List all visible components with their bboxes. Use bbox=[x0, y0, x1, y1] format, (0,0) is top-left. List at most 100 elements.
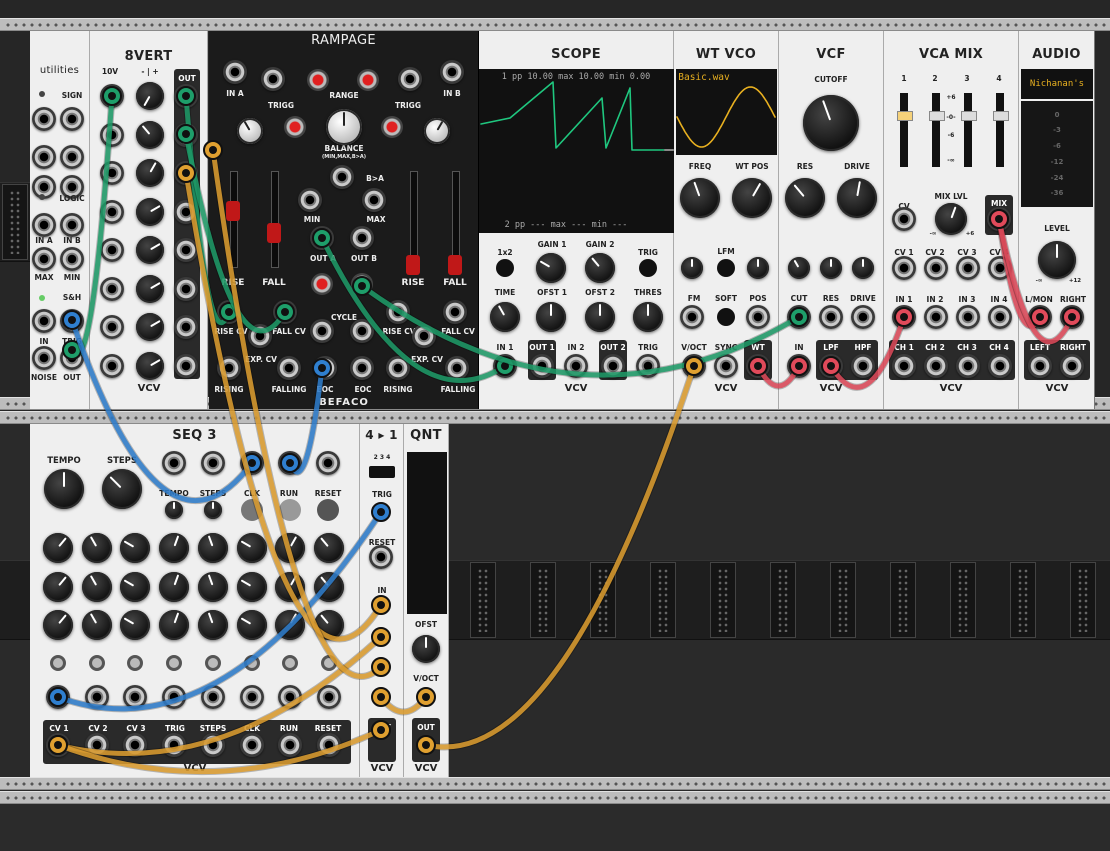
seq-step-knob[interactable] bbox=[159, 533, 190, 563]
steps-knob[interactable] bbox=[102, 469, 142, 509]
seq-step-knob[interactable] bbox=[197, 571, 228, 602]
vca-ch-jack[interactable] bbox=[924, 354, 948, 378]
trig-button[interactable] bbox=[639, 259, 657, 277]
left-out-jack[interactable] bbox=[1028, 354, 1052, 378]
trig-jack[interactable] bbox=[636, 354, 660, 378]
jack[interactable] bbox=[32, 346, 56, 370]
8vert-output-jack[interactable] bbox=[174, 315, 198, 339]
cv-out-jack[interactable] bbox=[46, 733, 70, 757]
out1-jack[interactable] bbox=[530, 354, 554, 378]
fader-4[interactable] bbox=[996, 93, 1004, 167]
ofst2-knob[interactable] bbox=[585, 302, 615, 332]
eoc-a-jack[interactable] bbox=[313, 356, 337, 380]
seq-step-knob[interactable] bbox=[81, 610, 112, 640]
step-switch[interactable] bbox=[369, 466, 395, 478]
in1-jack[interactable] bbox=[493, 354, 517, 378]
seq-step-knob[interactable] bbox=[275, 571, 306, 602]
exp-cv-a-jack[interactable] bbox=[248, 324, 272, 348]
eoc-b-jack[interactable] bbox=[350, 356, 374, 380]
drive-knob[interactable] bbox=[837, 178, 877, 218]
vca-in-jack[interactable] bbox=[956, 305, 980, 329]
fader-handle[interactable] bbox=[961, 111, 977, 121]
reset-in-jack[interactable] bbox=[316, 451, 340, 475]
right-out-jack[interactable] bbox=[1060, 354, 1084, 378]
fall-cv-a-jack[interactable] bbox=[273, 300, 297, 324]
out-a-jack[interactable] bbox=[310, 226, 334, 250]
drive-cv-knob[interactable] bbox=[852, 257, 874, 279]
note-keyboard[interactable] bbox=[407, 452, 447, 614]
tempo-cv-knob[interactable] bbox=[165, 501, 183, 519]
tempo-in-jack[interactable] bbox=[162, 451, 186, 475]
lfm-button[interactable] bbox=[717, 259, 735, 277]
trigg-a-button[interactable] bbox=[284, 116, 306, 138]
lpf-jack[interactable] bbox=[819, 354, 843, 378]
seq-step-knob[interactable] bbox=[275, 610, 306, 640]
jack[interactable] bbox=[60, 309, 84, 333]
vca-cv-jack[interactable] bbox=[924, 256, 948, 280]
seq-step-knob[interactable] bbox=[275, 533, 306, 563]
tempo-knob[interactable] bbox=[44, 469, 84, 509]
cv-out-jack[interactable] bbox=[278, 733, 303, 757]
min-jack[interactable] bbox=[298, 188, 322, 212]
lfm-knob[interactable] bbox=[681, 257, 703, 279]
seq-step-knob[interactable] bbox=[197, 533, 228, 563]
8vert-gain-knob[interactable] bbox=[136, 274, 164, 303]
falling-b-jack[interactable] bbox=[445, 356, 469, 380]
cut-jack[interactable] bbox=[787, 305, 811, 329]
lfm-amt-knob[interactable] bbox=[747, 257, 769, 279]
balance-knob[interactable] bbox=[326, 109, 362, 145]
step-gate-button[interactable] bbox=[243, 655, 260, 671]
right-jack[interactable] bbox=[1060, 305, 1084, 329]
vca-cv-jack[interactable] bbox=[892, 256, 916, 280]
8vert-gain-knob[interactable] bbox=[136, 351, 164, 380]
8vert-input-jack[interactable] bbox=[100, 122, 124, 147]
rise-b-slider[interactable] bbox=[410, 171, 418, 268]
steps-in-jack[interactable] bbox=[201, 451, 225, 475]
freq-knob[interactable] bbox=[680, 178, 720, 218]
seq-step-knob[interactable] bbox=[197, 610, 228, 640]
mix-jack[interactable] bbox=[987, 207, 1011, 231]
out2-jack[interactable] bbox=[601, 354, 625, 378]
jack[interactable] bbox=[32, 107, 56, 131]
b-gt-a-jack[interactable] bbox=[330, 165, 354, 189]
8vert-output-jack[interactable] bbox=[174, 353, 198, 378]
8vert-input-jack[interactable] bbox=[100, 199, 124, 224]
8vert-output-jack[interactable] bbox=[174, 238, 198, 262]
vca-ch-jack[interactable] bbox=[956, 354, 980, 378]
jack[interactable] bbox=[60, 107, 84, 131]
cut-cv-knob[interactable] bbox=[788, 257, 810, 279]
fader-3[interactable] bbox=[964, 93, 972, 167]
seq-step-knob[interactable] bbox=[120, 571, 151, 602]
run-button[interactable] bbox=[279, 499, 301, 521]
reset-button[interactable] bbox=[317, 499, 339, 521]
8vert-input-jack[interactable] bbox=[100, 315, 124, 339]
in-a-jack[interactable] bbox=[223, 60, 247, 84]
voct-jack[interactable] bbox=[682, 354, 706, 378]
8vert-output-jack[interactable] bbox=[174, 199, 198, 224]
step-gate-button[interactable] bbox=[204, 655, 221, 671]
step-gate-button[interactable] bbox=[88, 655, 105, 671]
fall-b-slider[interactable] bbox=[452, 171, 460, 268]
exp-cv-b-jack[interactable] bbox=[412, 324, 436, 348]
fall-cv-b-jack[interactable] bbox=[443, 300, 467, 324]
level-knob[interactable] bbox=[1038, 241, 1076, 279]
steps-cv-knob[interactable] bbox=[204, 501, 222, 519]
range-b-switch[interactable] bbox=[357, 69, 379, 91]
in-jack[interactable] bbox=[787, 354, 811, 378]
mix-level-knob[interactable] bbox=[935, 203, 967, 235]
vca-cv-jack[interactable] bbox=[988, 256, 1012, 280]
8vert-input-jack[interactable] bbox=[100, 353, 124, 378]
cycle-a-button[interactable] bbox=[311, 273, 333, 295]
step-gate-button[interactable] bbox=[320, 655, 337, 671]
max-jack[interactable] bbox=[362, 188, 386, 212]
jack[interactable] bbox=[32, 145, 56, 169]
slider-handle[interactable] bbox=[226, 201, 240, 221]
trigg-a-jack[interactable] bbox=[261, 67, 285, 91]
gate-out-jack[interactable] bbox=[46, 685, 70, 709]
seq-step-knob[interactable] bbox=[236, 571, 267, 602]
clk-button[interactable] bbox=[241, 499, 263, 521]
res-jack[interactable] bbox=[819, 305, 843, 329]
fader-2[interactable] bbox=[932, 93, 940, 167]
pos-jack[interactable] bbox=[746, 305, 770, 329]
in2-jack[interactable] bbox=[564, 354, 588, 378]
